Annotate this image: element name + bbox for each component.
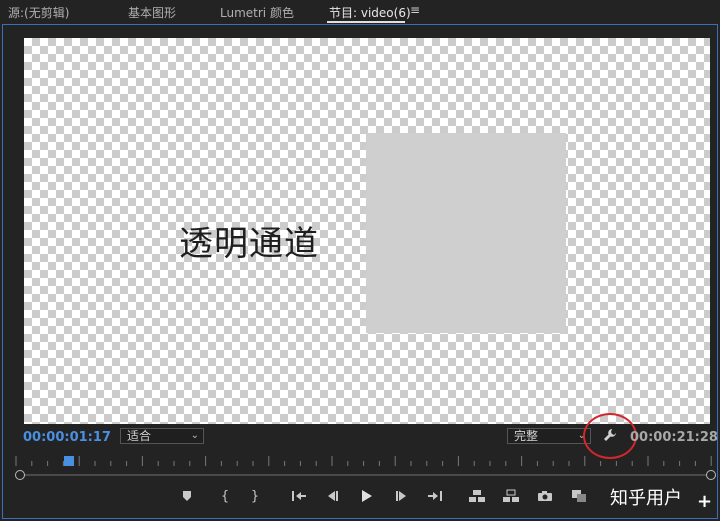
duration-timecode: 00:00:21:28: [630, 430, 718, 445]
zoom-scrollbar-left-handle[interactable]: [15, 470, 25, 480]
playhead-marker[interactable]: [64, 456, 75, 466]
time-ruler[interactable]: [14, 454, 714, 468]
extract-button[interactable]: [500, 484, 522, 508]
active-tab-indicator: [327, 21, 405, 23]
tab-source[interactable]: 源:(无剪辑): [8, 4, 69, 21]
tab-program[interactable]: 节目: video(6): [329, 4, 411, 21]
canvas-title-text: 透明通道: [179, 224, 319, 264]
mark-out-button[interactable]: }: [244, 484, 266, 508]
playback-resolution-select[interactable]: 完整 ⌄: [507, 428, 591, 444]
add-marker-button[interactable]: [176, 484, 198, 508]
play-button[interactable]: [356, 484, 378, 508]
lift-button[interactable]: [466, 484, 488, 508]
annotation-circle: [583, 413, 637, 459]
step-back-button[interactable]: [322, 484, 344, 508]
go-to-out-button[interactable]: [424, 484, 446, 508]
program-monitor-canvas[interactable]: 透明通道: [24, 38, 710, 424]
current-timecode[interactable]: 00:00:01:17: [23, 430, 111, 445]
chevron-down-icon: ⌄: [190, 430, 199, 441]
grey-rectangle-shape: [366, 133, 566, 333]
watermark-plus-icon: +: [697, 491, 713, 512]
playback-resolution-value: 完整: [514, 429, 539, 443]
mark-in-button[interactable]: {: [214, 484, 236, 508]
zoom-level-select[interactable]: 适合 ⌄: [120, 428, 204, 444]
panel-menu-icon[interactable]: ≡: [410, 3, 420, 17]
watermark-text: 知乎用户: [610, 488, 682, 509]
step-forward-button[interactable]: [390, 484, 412, 508]
tab-essential-graphics[interactable]: 基本图形: [128, 4, 176, 21]
zoom-scrollbar-track[interactable]: [20, 474, 710, 476]
go-to-in-button[interactable]: [288, 484, 310, 508]
zoom-scrollbar-right-handle[interactable]: [706, 470, 716, 480]
camera-icon[interactable]: [534, 484, 556, 508]
zoom-level-value: 适合: [127, 429, 152, 443]
comparison-view-button[interactable]: [568, 484, 590, 508]
tab-lumetri-color[interactable]: Lumetri 颜色: [220, 4, 294, 21]
panel-tab-bar: 源:(无剪辑) 基本图形 Lumetri 颜色 节目: video(6) ≡: [0, 0, 720, 24]
